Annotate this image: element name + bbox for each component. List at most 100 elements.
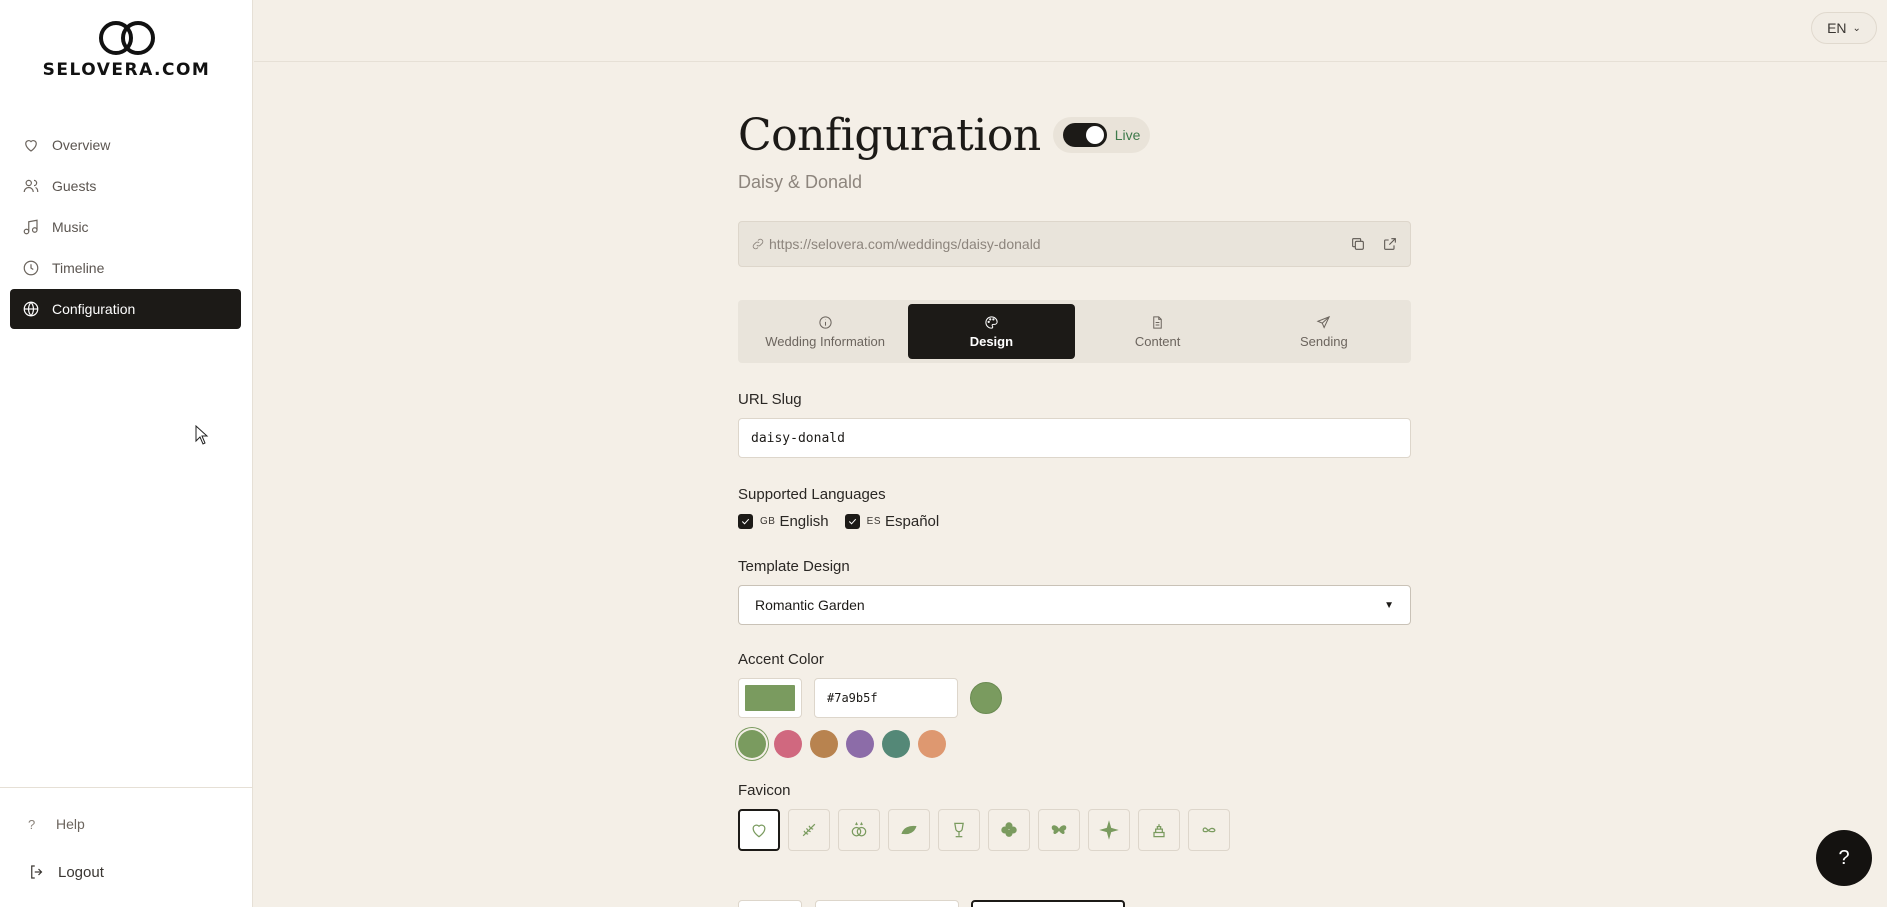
sidebar-footer: ? Help Logout bbox=[0, 787, 253, 907]
sidebar-item-label: Guests bbox=[52, 178, 97, 194]
logo[interactable]: SELOVERA.COM bbox=[0, 20, 253, 80]
help-link[interactable]: ? Help bbox=[28, 816, 85, 832]
help-chat-button[interactable]: ? bbox=[1816, 830, 1872, 886]
cake-icon bbox=[1153, 824, 1165, 838]
accent-color-label: Accent Color bbox=[738, 651, 824, 668]
sidebar-item-label: Configuration bbox=[52, 301, 136, 317]
tab-sending[interactable]: Sending bbox=[1241, 304, 1407, 359]
link-icon bbox=[752, 238, 764, 250]
sidebar-item-configuration[interactable]: Configuration bbox=[10, 289, 241, 329]
tab-wedding-information[interactable]: Wedding Information bbox=[742, 304, 908, 359]
palette-icon bbox=[985, 315, 998, 329]
favicon-option-goblet[interactable] bbox=[938, 809, 980, 851]
preset-swatch-bronze[interactable] bbox=[810, 730, 838, 758]
clock-icon bbox=[23, 260, 39, 276]
favicon-option-butterfly[interactable] bbox=[1038, 809, 1080, 851]
chevron-down-icon: ▼ bbox=[1384, 599, 1394, 611]
question-icon: ? bbox=[1838, 846, 1850, 869]
favicon-option-sparkle[interactable] bbox=[1088, 809, 1130, 851]
wedding-url-field: https://selovera.com/weddings/daisy-dona… bbox=[738, 221, 1411, 267]
preset-swatch-green[interactable] bbox=[738, 730, 766, 758]
color-picker[interactable] bbox=[738, 678, 802, 718]
wedding-url: https://selovera.com/weddings/daisy-dona… bbox=[769, 236, 1041, 252]
logout-button[interactable]: Logout bbox=[28, 863, 104, 881]
infinity-icon bbox=[1202, 827, 1216, 833]
couple-names: Daisy & Donald bbox=[738, 172, 863, 192]
template-section: Template Design Romantic Garden ▼ bbox=[738, 558, 1411, 625]
check-icon bbox=[848, 518, 856, 525]
title-row: Configuration Live bbox=[738, 100, 1411, 170]
language-option-spanish[interactable]: ES Español bbox=[844, 513, 940, 530]
leaf-icon bbox=[901, 825, 917, 835]
tab-content[interactable]: Content bbox=[1075, 304, 1241, 359]
favicon-option-leaf[interactable] bbox=[888, 809, 930, 851]
tab-label: Design bbox=[969, 333, 1014, 349]
mouse-cursor-icon bbox=[195, 425, 209, 445]
external-link-icon[interactable] bbox=[1382, 236, 1398, 252]
sidebar-item-label: Overview bbox=[52, 137, 111, 153]
languages-section: Supported Languages GB English ES Españo… bbox=[738, 486, 1411, 530]
preset-swatch-rose[interactable] bbox=[774, 730, 802, 758]
language-label: EN bbox=[1827, 20, 1847, 36]
partial-input[interactable] bbox=[738, 900, 802, 907]
sidebar-item-music[interactable]: Music bbox=[10, 207, 241, 247]
info-icon bbox=[819, 315, 832, 329]
sidebar-item-overview[interactable]: Overview bbox=[10, 125, 241, 165]
hex-color-input[interactable]: #7a9b5f bbox=[814, 678, 958, 718]
help-label: Help bbox=[56, 816, 85, 832]
language-option-english[interactable]: GB English bbox=[738, 513, 829, 530]
tab-design[interactable]: Design bbox=[908, 304, 1075, 359]
favicon-option-branch[interactable] bbox=[788, 809, 830, 851]
preset-swatch-teal[interactable] bbox=[882, 730, 910, 758]
url-slug-label: URL Slug bbox=[738, 391, 802, 408]
language-selector[interactable]: EN ⌄ bbox=[1811, 12, 1877, 44]
check-icon bbox=[741, 518, 750, 525]
question-icon: ? bbox=[28, 816, 36, 832]
sidebar-item-guests[interactable]: Guests bbox=[10, 166, 241, 206]
accent-color-section: Accent Color #7a9b5f bbox=[738, 651, 1411, 758]
main-content: Configuration Live Daisy & Donald https:… bbox=[738, 100, 1411, 851]
tab-label: Content bbox=[1134, 333, 1181, 349]
sparkle-icon bbox=[1099, 820, 1119, 840]
sidebar: SELOVERA.COM Overview Guests Music Timel… bbox=[0, 0, 253, 907]
url-slug-input[interactable] bbox=[738, 418, 1411, 458]
partial-input[interactable] bbox=[815, 900, 959, 907]
live-toggle[interactable]: Live bbox=[1052, 117, 1151, 153]
flag-gb: GB bbox=[760, 516, 776, 527]
color-swatch bbox=[745, 685, 795, 711]
infinity-rings-logo-icon bbox=[98, 21, 155, 55]
sidebar-item-label: Music bbox=[52, 219, 89, 235]
goblet-icon bbox=[954, 822, 964, 838]
language-label: English bbox=[779, 513, 829, 530]
favicon-option-rings[interactable] bbox=[838, 809, 880, 851]
rings-icon bbox=[851, 821, 867, 837]
branch-icon bbox=[802, 823, 816, 837]
copy-icon[interactable] bbox=[1350, 236, 1366, 252]
chevron-down-icon: ⌄ bbox=[1852, 22, 1861, 34]
toggle-switch[interactable] bbox=[1062, 123, 1107, 147]
sidebar-item-timeline[interactable]: Timeline bbox=[10, 248, 241, 288]
template-select[interactable]: Romantic Garden ▼ bbox=[738, 585, 1411, 625]
logo-text: SELOVERA.COM bbox=[42, 60, 211, 80]
partial-button[interactable] bbox=[971, 900, 1125, 907]
preset-swatch-purple[interactable] bbox=[846, 730, 874, 758]
sidebar-item-label: Timeline bbox=[52, 260, 105, 276]
heart-icon bbox=[25, 140, 37, 152]
favicon-option-infinity[interactable] bbox=[1188, 809, 1230, 851]
language-label: Español bbox=[885, 513, 940, 530]
favicon-option-cake[interactable] bbox=[1138, 809, 1180, 851]
globe-icon bbox=[23, 301, 39, 317]
favicon-options bbox=[738, 809, 1411, 851]
preset-swatch-peach[interactable] bbox=[918, 730, 946, 758]
clover-icon bbox=[1001, 822, 1017, 837]
send-icon bbox=[1316, 315, 1331, 329]
sidebar-nav: Overview Guests Music Timeline Configura… bbox=[10, 125, 241, 330]
favicon-option-heart[interactable] bbox=[738, 809, 780, 851]
heart-icon bbox=[752, 824, 766, 838]
accent-preview bbox=[970, 682, 1002, 714]
checkbox-spanish[interactable] bbox=[844, 514, 860, 529]
favicon-option-clover[interactable] bbox=[988, 809, 1030, 851]
favicon-section: Favicon bbox=[738, 782, 1411, 851]
tab-label: Sending bbox=[1300, 333, 1348, 349]
checkbox-english[interactable] bbox=[738, 514, 753, 529]
